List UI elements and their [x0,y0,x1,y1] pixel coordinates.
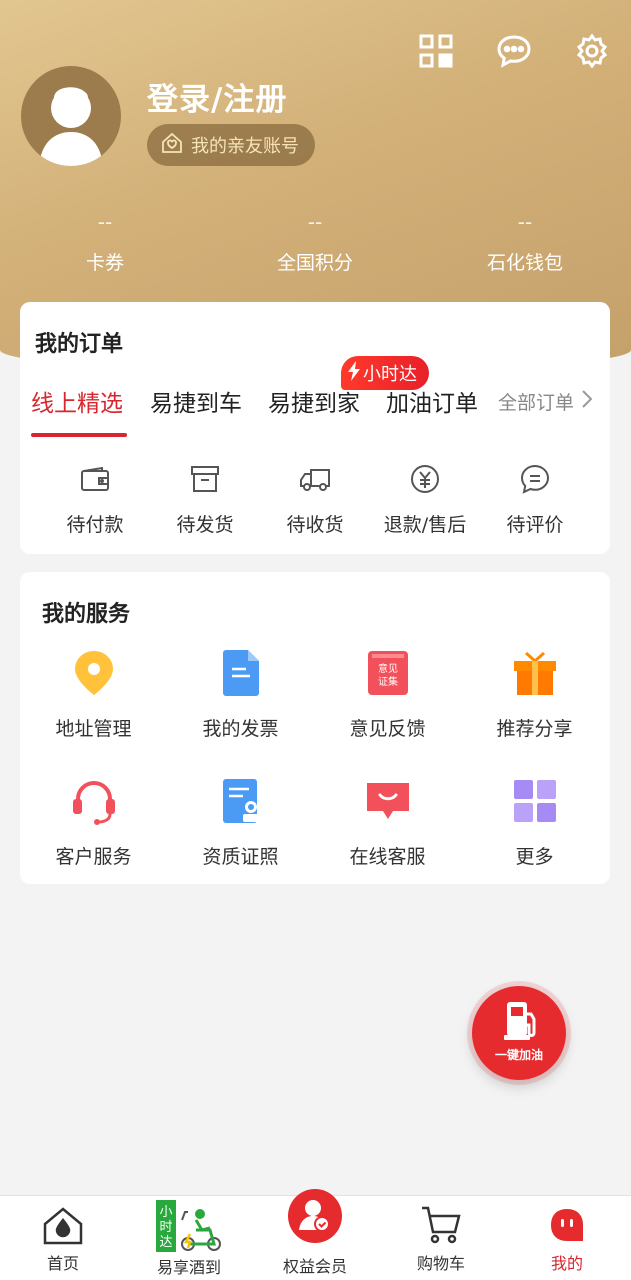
order-status-label: 待评价 [506,514,564,536]
home-drop-icon [42,1206,84,1250]
certificate-icon [167,774,314,828]
svg-text:达: 达 [159,1235,172,1250]
profile-face-icon [550,1208,584,1246]
cart-icon [421,1206,461,1248]
order-status-label: 待发货 [176,514,234,536]
headset-icon [20,774,167,828]
all-orders-label: 全部订单 [497,392,574,414]
order-status-label: 退款/售后 [383,514,467,536]
stat-points[interactable]: -- 全国积分 [255,210,375,275]
service-address[interactable]: 地址管理 [20,646,167,741]
home-heart-icon [161,132,183,159]
stat-coupons[interactable]: -- 卡券 [45,210,165,275]
svg-text:时: 时 [159,1220,172,1235]
location-pin-icon [20,646,167,700]
avatar[interactable] [21,66,121,166]
lightning-icon [347,360,361,386]
service-label: 我的发票 [202,718,279,740]
service-label: 资质证照 [202,846,279,868]
wallet-icon [35,462,155,496]
section-title: 我的服务 [42,602,131,627]
header-actions [417,32,611,70]
nav-wine-delivery[interactable]: 小时达 易享酒到 [126,1196,252,1280]
chevron-right-icon [582,390,593,413]
scooter-icon: 小时达 [156,1200,222,1258]
refund-icon [365,462,485,496]
nav-cart[interactable]: 购物车 [378,1196,504,1280]
stat-label: 卡券 [85,252,124,274]
truck-icon [255,462,375,496]
one-click-refuel-button[interactable]: 一键加油 [472,986,566,1080]
section-title: 我的订单 [35,332,124,357]
service-share[interactable]: 推荐分享 [461,646,608,741]
fab-label: 一键加油 [494,1048,543,1062]
nav-home[interactable]: 首页 [0,1196,126,1280]
order-pending-review[interactable]: 待评价 [475,462,595,537]
fuel-pump-icon [503,1000,539,1046]
order-pending-receipt[interactable]: 待收货 [255,462,375,537]
message-icon[interactable] [495,32,533,70]
my-orders-card: 我的订单 小时达 线上精选 易捷到车 易捷到家 加油订单 全部订单 待付款 待发… [20,302,610,554]
feedback-icon: 意见 证集 [314,646,461,700]
service-label: 意见反馈 [349,718,426,740]
member-icon [287,1188,343,1248]
qr-code-icon[interactable] [417,32,455,70]
order-pending-shipment[interactable]: 待发货 [145,462,265,537]
family-account-label: 我的亲友账号 [191,136,299,157]
invoice-icon [167,646,314,700]
service-feedback[interactable]: 意见 证集 意见反馈 [314,646,461,741]
tab-fuel-orders[interactable]: 加油订单 [386,384,478,418]
order-pending-payment[interactable]: 待付款 [35,462,155,537]
stat-value: -- [517,210,533,234]
nav-mine[interactable]: 我的 [504,1196,630,1280]
badge-text: 小时达 [363,364,417,385]
settings-icon[interactable] [573,32,611,70]
tab-to-car[interactable]: 易捷到车 [150,384,242,418]
box-icon [145,462,265,496]
order-status-row: 待付款 待发货 待收货 退款/售后 待评价 [20,462,610,542]
comment-icon [475,462,595,496]
order-refund-aftersale[interactable]: 退款/售后 [365,462,485,537]
stat-value: -- [307,210,323,234]
nav-label: 权益会员 [282,1257,347,1276]
my-services-card: 我的服务 地址管理 我的发票 意见证集 意见反馈 推荐分享 客户服务 资质证照 [20,572,610,884]
service-label: 在线客服 [349,846,426,868]
chat-bubble-icon [314,774,461,828]
order-status-label: 待付款 [66,514,124,536]
service-online-chat[interactable]: 在线客服 [314,774,461,869]
service-certificate[interactable]: 资质证照 [167,774,314,869]
svg-text:证集: 证集 [378,675,398,688]
stat-label: 石化钱包 [486,252,563,274]
service-more[interactable]: 更多 [461,774,608,869]
bottom-nav: 首页 小时达 易享酒到 权益会员 购物车 我的 [0,1189,631,1280]
service-label: 客户服务 [55,846,132,868]
stat-value: -- [97,210,113,234]
nav-label: 我的 [550,1254,583,1273]
nav-label: 购物车 [416,1254,465,1273]
service-label: 地址管理 [55,718,132,740]
service-invoice[interactable]: 我的发票 [167,646,314,741]
stat-wallet[interactable]: -- 石化钱包 [465,210,585,275]
service-customer[interactable]: 客户服务 [20,774,167,869]
family-account-button[interactable]: 我的亲友账号 [147,124,315,166]
all-orders-link[interactable]: 全部订单 [497,388,593,415]
svg-text:小: 小 [159,1205,172,1220]
order-status-label: 待收货 [286,514,344,536]
service-label: 推荐分享 [496,718,573,740]
svg-text:意见: 意见 [378,662,398,675]
nav-member[interactable]: 权益会员 [252,1189,378,1280]
service-label: 更多 [515,846,554,868]
tab-to-home[interactable]: 易捷到家 [268,384,360,418]
nav-label: 首页 [46,1254,79,1273]
stat-label: 全国积分 [276,252,353,274]
gift-icon [461,646,608,700]
active-tab-indicator [31,433,127,437]
grid-icon [461,774,608,828]
nav-label: 易享酒到 [156,1258,221,1277]
tab-online-select[interactable]: 线上精选 [31,384,123,418]
login-register-link[interactable]: 登录/注册 [147,74,287,119]
